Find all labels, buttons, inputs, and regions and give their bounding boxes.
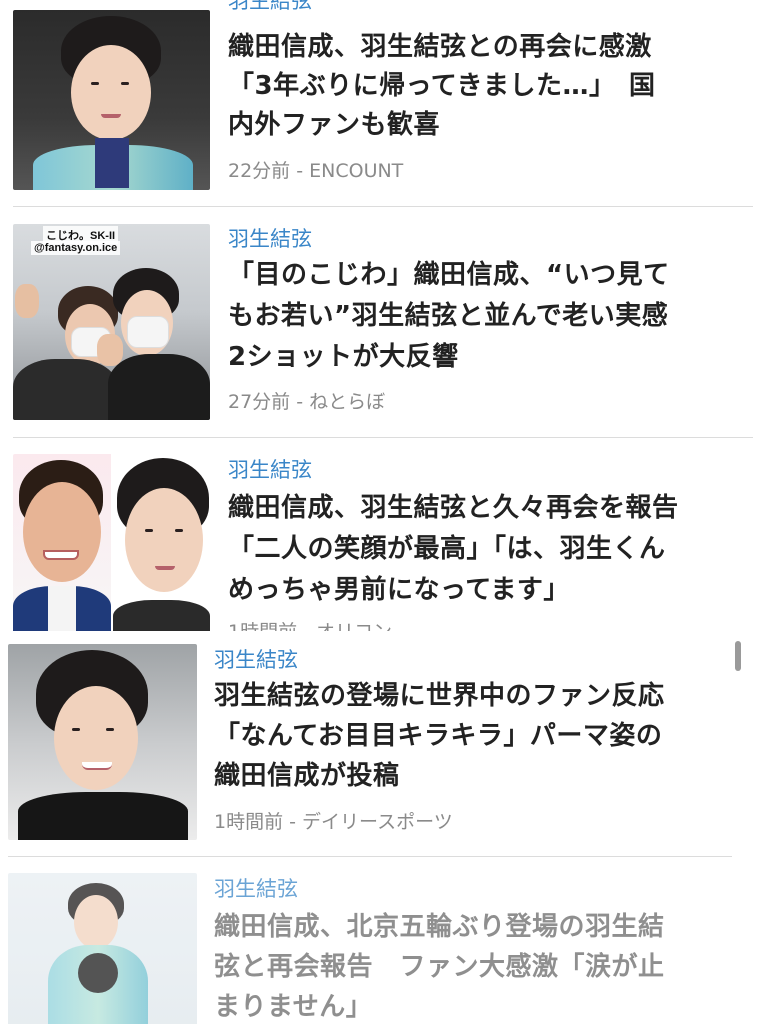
article-time: 27分前	[228, 391, 291, 413]
article-title-line[interactable]: 「二人の笑顔が最高」「は、羽生くん	[228, 530, 666, 569]
article-title-line[interactable]: 2ショットが大反響	[228, 338, 459, 377]
article-time: 22分前	[228, 160, 291, 182]
meta-separator: -	[290, 160, 310, 182]
article-title-line[interactable]: 「3年ぶりに帰ってきました…」 国	[228, 67, 656, 106]
article-thumbnail[interactable]: こじわ。SK-II @fantasy.on.ice	[13, 224, 210, 420]
article-title-line[interactable]: 織田信成が投稿	[214, 757, 400, 796]
article-title-line[interactable]: 羽生結弦の登場に世界中のファン反応	[214, 677, 665, 716]
article-time: 1時間前	[214, 811, 284, 833]
article-meta: 1時間前 - デイリースポーツ	[214, 810, 453, 834]
thumbnail-overlay-handle: @fantasy.on.ice	[31, 241, 121, 255]
article-title-line[interactable]: もお若い”羽生結弦と並んで老い実感	[228, 297, 668, 336]
article-category-tag[interactable]: 羽生結弦	[214, 876, 298, 902]
article-title-line[interactable]: 弦と再会報告 ファン大感激「涙が止	[214, 948, 665, 987]
article-source: デイリースポーツ	[302, 811, 453, 833]
article-title-line[interactable]: めっちゃ男前になってます」	[228, 571, 570, 610]
article-title-line[interactable]: 「なんてお目目キラキラ」パーマ姿の	[214, 717, 662, 756]
article-title-line[interactable]: 織田信成、羽生結弦と久々再会を報告	[228, 489, 679, 528]
article-item-1[interactable]: 羽生結弦 織田信成、羽生結弦との再会に感激 「3年ぶりに帰ってきました…」 国 …	[0, 0, 767, 205]
article-source: オリコン	[316, 621, 392, 631]
article-thumbnail[interactable]	[8, 873, 197, 1024]
article-meta: 22分前 - ENCOUNT	[228, 159, 403, 183]
article-source: ENCOUNT	[309, 160, 404, 182]
article-time: 1時間前	[228, 621, 297, 631]
article-meta: 1時間前 - オリコン	[228, 620, 392, 631]
meta-separator: -	[283, 811, 303, 833]
article-item-2[interactable]: こじわ。SK-II @fantasy.on.ice 羽生結弦 「目のこじわ」織田…	[0, 207, 767, 437]
article-item-3[interactable]: 羽生結弦 織田信成、羽生結弦と久々再会を報告 「二人の笑顔が最高」「は、羽生くん…	[0, 438, 767, 631]
article-title-line[interactable]: まりません」	[214, 988, 372, 1024]
article-thumbnail[interactable]	[13, 10, 210, 190]
article-title-line[interactable]: 織田信成、北京五輪ぶり登場の羽生結	[214, 908, 665, 947]
article-thumbnail[interactable]	[13, 454, 210, 631]
article-category-tag[interactable]: 羽生結弦	[228, 226, 312, 252]
article-category-tag[interactable]: 羽生結弦	[228, 457, 312, 483]
article-thumbnail[interactable]	[8, 644, 197, 840]
article-title-line[interactable]: 内外ファンも歓喜	[228, 106, 440, 145]
article-item-5[interactable]: 羽生結弦 織田信成、北京五輪ぶり登場の羽生結 弦と再会報告 ファン大感激「涙が止…	[0, 857, 767, 1024]
article-category-tag[interactable]: 羽生結弦	[228, 0, 312, 14]
scrollbar-thumb[interactable]	[735, 641, 741, 671]
article-title-line[interactable]: 織田信成、羽生結弦との再会に感激	[228, 28, 652, 67]
article-source: ねとらぼ	[309, 391, 386, 413]
article-title-line[interactable]: 「目のこじわ」織田信成、“いつ見て	[228, 256, 670, 295]
article-meta: 27分前 - ねとらぼ	[228, 390, 385, 414]
meta-separator: -	[297, 621, 316, 631]
meta-separator: -	[290, 391, 310, 413]
article-category-tag[interactable]: 羽生結弦	[214, 647, 298, 673]
article-item-4[interactable]: 羽生結弦 羽生結弦の登場に世界中のファン反応 「なんてお目目キラキラ」パーマ姿の…	[0, 631, 767, 856]
